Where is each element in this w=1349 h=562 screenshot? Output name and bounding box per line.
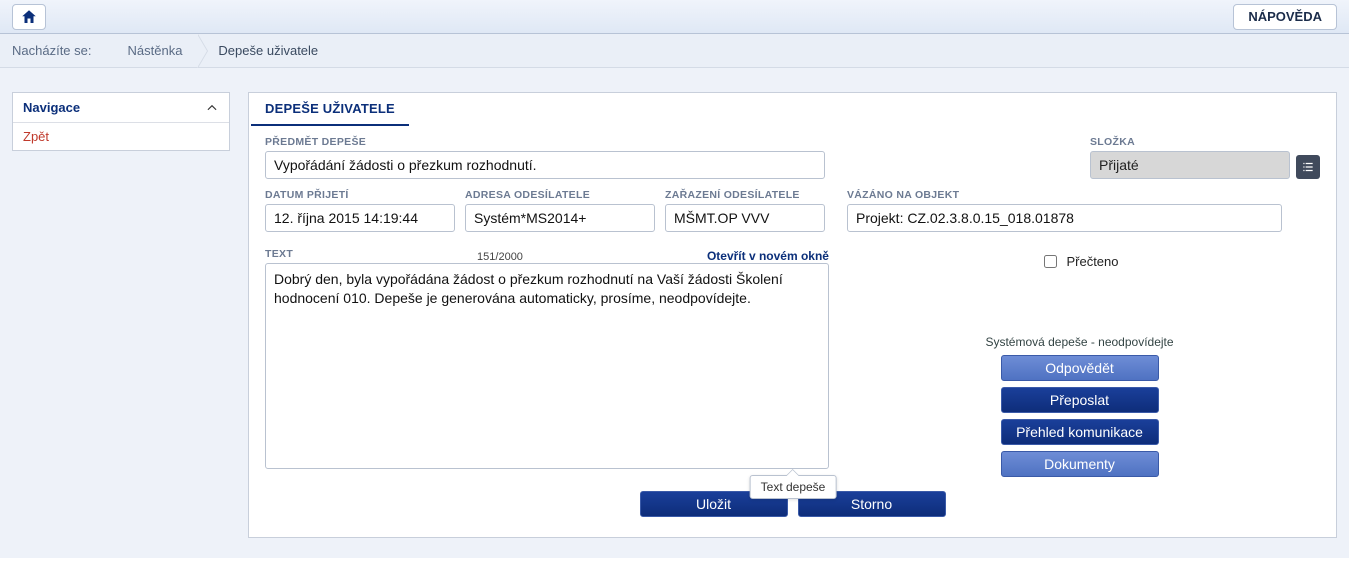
nav-header[interactable]: Navigace: [13, 93, 229, 123]
documents-button[interactable]: Dokumenty: [1001, 451, 1159, 477]
label-folder: SLOŽKA: [1090, 136, 1290, 148]
breadcrumb-item-label: Depeše uživatele: [218, 43, 318, 58]
panel-title: DEPEŠE UŽIVATELE: [251, 93, 409, 126]
sender-input[interactable]: [465, 204, 655, 232]
chevron-up-icon: [205, 101, 219, 115]
help-button[interactable]: NÁPOVĚDA: [1233, 4, 1337, 30]
comm-overview-button[interactable]: Přehled komunikace: [1001, 419, 1159, 445]
nav-title: Navigace: [23, 100, 80, 115]
folder-picker-button[interactable]: [1296, 155, 1320, 179]
bottom-actions: Text depeše Uložit Storno: [265, 477, 1320, 521]
breadcrumb-item-dashboard[interactable]: Nástěnka: [108, 34, 199, 68]
label-received: DATUM PŘIJETÍ: [265, 189, 455, 201]
main-area: Navigace Zpět DEPEŠE UŽIVATELE PŘEDMĚT D…: [0, 68, 1349, 558]
nav-panel: Navigace Zpět: [12, 92, 230, 151]
breadcrumb-label: Nacházíte se:: [12, 43, 108, 58]
reply-button[interactable]: Odpovědět: [1001, 355, 1159, 381]
nav-back-link[interactable]: Zpět: [13, 123, 229, 150]
home-icon: [20, 8, 38, 26]
label-subject: PŘEDMĚT DEPEŠE: [265, 136, 825, 148]
label-sender-class: ZAŘAZENÍ ODESÍLATELE: [665, 189, 825, 201]
panel-body: PŘEDMĚT DEPEŠE SLOŽKA: [249, 126, 1336, 537]
open-in-new-window-link[interactable]: Otevřít v novém okně: [707, 249, 829, 263]
text-textarea[interactable]: [265, 263, 829, 469]
breadcrumb: Nacházíte se: Nástěnka Depeše uživatele: [0, 34, 1349, 68]
breadcrumb-item-current: Depeše uživatele: [198, 34, 334, 68]
sender-class-input[interactable]: [665, 204, 825, 232]
label-text: TEXT: [265, 248, 293, 260]
content: DEPEŠE UŽIVATELE PŘEDMĚT DEPEŠE SLOŽKA: [248, 92, 1337, 538]
label-read: Přečteno: [1066, 254, 1118, 269]
list-icon: [1301, 160, 1315, 174]
sidebar: Navigace Zpět: [12, 92, 230, 538]
home-button[interactable]: [12, 4, 46, 30]
bound-object-input[interactable]: [847, 204, 1282, 232]
breadcrumb-item-label: Nástěnka: [128, 43, 183, 58]
actions-note: Systémová depeše - neodpovídejte: [865, 335, 1294, 349]
panel: DEPEŠE UŽIVATELE PŘEDMĚT DEPEŠE SLOŽKA: [248, 92, 1337, 538]
text-tooltip: Text depeše: [750, 475, 837, 499]
label-bound: VÁZÁNO NA OBJEKT: [847, 189, 1282, 201]
text-counter: 151/2000: [477, 251, 523, 263]
folder-input: [1090, 151, 1290, 179]
subject-input[interactable]: [265, 151, 825, 179]
received-input[interactable]: [265, 204, 455, 232]
label-sender: ADRESA ODESÍLATELE: [465, 189, 655, 201]
forward-button[interactable]: Přeposlat: [1001, 387, 1159, 413]
top-bar: NÁPOVĚDA: [0, 0, 1349, 34]
read-checkbox[interactable]: [1044, 255, 1057, 268]
